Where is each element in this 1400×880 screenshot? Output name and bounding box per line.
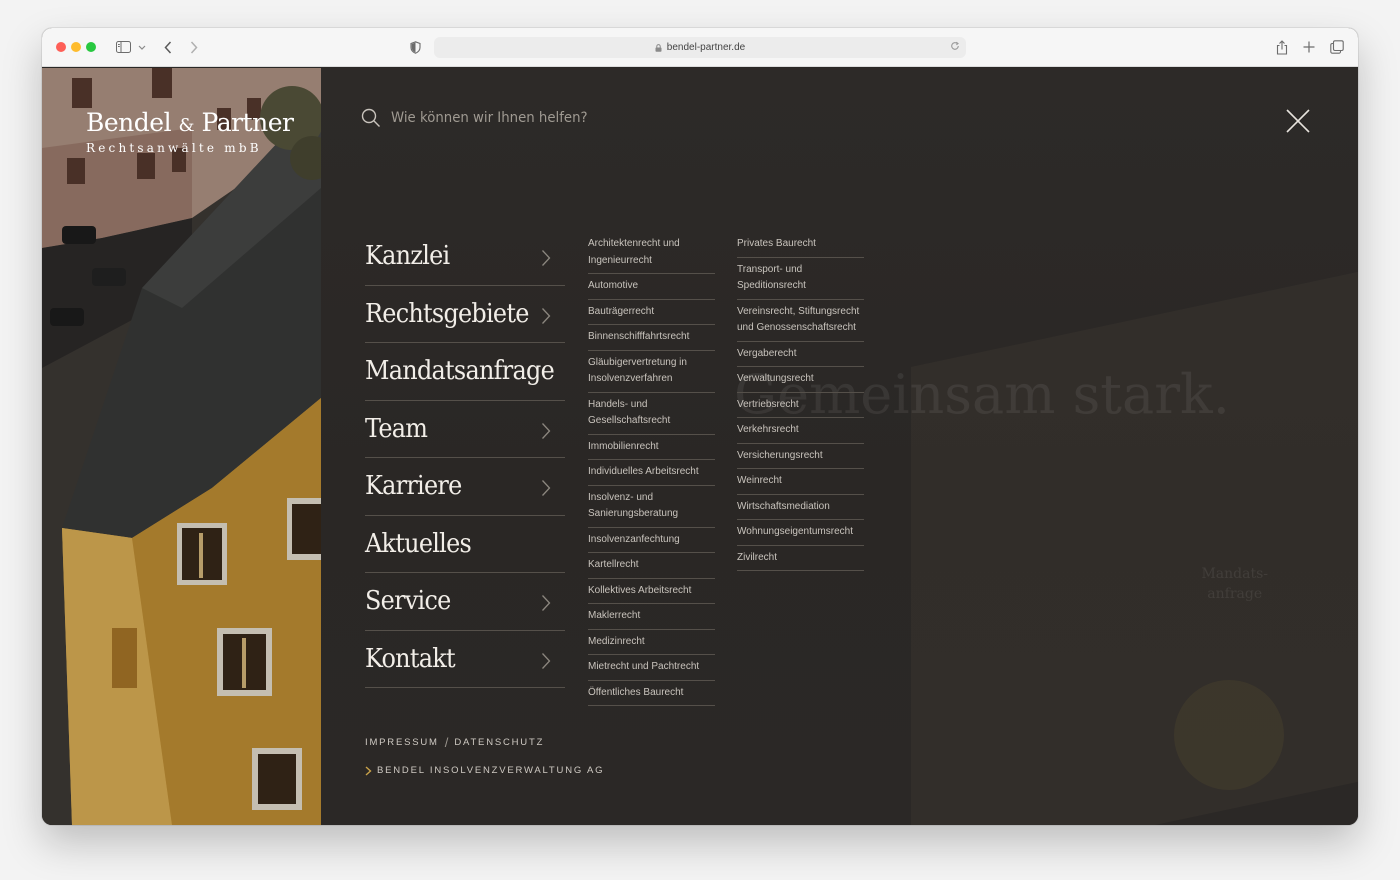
insolvenzverwaltung-link[interactable]: BENDEL INSOLVENZVERWALTUNG AG (365, 765, 604, 776)
search-icon (361, 108, 380, 127)
rechtsgebiet-link[interactable]: Bauträgerrecht (588, 300, 715, 325)
new-tab-icon[interactable] (1301, 36, 1317, 58)
close-window-button[interactable] (56, 42, 66, 52)
background-circle (1174, 680, 1284, 790)
rechtsgebiet-link[interactable]: Weinrecht (737, 469, 864, 495)
lock-icon (655, 43, 662, 52)
chevron-right-icon (365, 765, 372, 776)
building-photo (42, 68, 321, 825)
nav-item-label: Rechtsgebiete (365, 298, 529, 329)
rechtsgebiet-link[interactable]: Vergaberecht (737, 342, 864, 367)
shield-icon[interactable] (408, 36, 422, 58)
background-cta: Mandats- anfrage (1201, 564, 1268, 604)
datenschutz-link[interactable]: DATENSCHUTZ (454, 737, 544, 748)
logo-wordmark: Bendel & Partner (86, 108, 294, 141)
nav-item-label: Service (365, 586, 451, 617)
rechtsgebiet-link[interactable]: Gläubigervertretung in Insolvenzverfahre… (588, 351, 715, 393)
rechtsgebiet-link[interactable]: Automotive (588, 274, 715, 300)
rechtsgebiet-link[interactable]: Transport- und Speditionsrecht (737, 258, 864, 300)
chevron-right-icon[interactable] (541, 422, 551, 440)
nav-item-karriere[interactable]: Karriere (365, 458, 565, 516)
rechtsgebiete-column-1: Architektenrecht und Ingenieurrecht Autom… (588, 232, 715, 706)
impressum-link[interactable]: IMPRESSUM (365, 737, 439, 748)
nav-item-kanzlei[interactable]: Kanzlei (365, 228, 565, 286)
background-cta-line2: anfrage (1207, 586, 1263, 602)
browser-window: bendel-partner.de Gemeinsam stark. Manda… (42, 28, 1358, 825)
rechtsgebiet-link[interactable]: Öffentliches Baurecht (588, 681, 715, 706)
nav-item-label: Mandatsanfrage (365, 356, 555, 387)
back-icon[interactable] (160, 36, 176, 58)
rechtsgebiet-link[interactable]: Zivilrecht (737, 546, 864, 571)
chevron-right-icon[interactable] (541, 652, 551, 670)
url-text: bendel-partner.de (666, 42, 746, 53)
nav-item-kontakt[interactable]: Kontakt (365, 631, 565, 688)
nav-item-rechtsgebiete[interactable]: Rechtsgebiete (365, 286, 565, 343)
rechtsgebiet-link[interactable]: Verwaltungsrecht (737, 367, 864, 393)
chevron-right-icon[interactable] (541, 594, 551, 612)
share-icon[interactable] (1274, 36, 1290, 58)
rechtsgebiet-link[interactable]: Kartellrecht (588, 553, 715, 579)
nav-item-label: Kanzlei (365, 241, 450, 272)
nav-item-service[interactable]: Service (365, 573, 565, 631)
minimize-window-button[interactable] (71, 42, 81, 52)
nav-item-label: Kontakt (365, 643, 456, 674)
separator-slash: / (444, 735, 449, 750)
rechtsgebiet-link[interactable]: Privates Baurecht (737, 232, 864, 258)
chevron-right-icon[interactable] (541, 307, 551, 325)
address-bar[interactable]: bendel-partner.de (434, 37, 966, 58)
chevron-right-icon[interactable] (541, 249, 551, 267)
nav-item-aktuelles[interactable]: Aktuelles (365, 516, 565, 573)
insolvenzverwaltung-label: BENDEL INSOLVENZVERWALTUNG AG (377, 765, 605, 776)
logo-partner-text: Partner (201, 108, 294, 137)
rechtsgebiet-link[interactable]: Handels- und Gesellschaftsrecht (588, 393, 715, 435)
rechtsgebiet-link[interactable]: Individuelles Arbeitsrecht (588, 460, 715, 486)
rechtsgebiet-link[interactable]: Insolvenz- und Sanierungsberatung (588, 486, 715, 528)
chevron-right-icon[interactable] (541, 479, 551, 497)
search-input[interactable]: Wie können wir Ihnen helfen? (391, 110, 588, 126)
nav-item-team[interactable]: Team (365, 401, 565, 458)
web-page: Gemeinsam stark. Mandats- anfrage Bendel… (42, 68, 1358, 825)
nav-item-label: Aktuelles (365, 528, 472, 559)
browser-toolbar: bendel-partner.de (42, 28, 1358, 67)
rechtsgebiet-link[interactable]: Versicherungsrecht (737, 444, 864, 469)
reload-icon[interactable] (950, 41, 960, 54)
rechtsgebiet-link[interactable]: Verkehrsrecht (737, 418, 864, 444)
logo-subtitle: Rechtsanwälte mbB (86, 141, 262, 155)
rechtsgebiet-link[interactable]: Maklerrecht (588, 604, 715, 630)
rechtsgebiet-link[interactable]: Vereinsrecht, Stiftungsrecht und Genosse… (737, 300, 864, 342)
nav-item-label: Karriere (365, 471, 462, 502)
rechtsgebiet-link[interactable]: Insolvenzanfechtung (588, 528, 715, 553)
rechtsgebiet-link[interactable]: Wirtschaftsmediation (737, 495, 864, 520)
rechtsgebiete-column-2: Privates Baurecht Transport- und Speditio… (737, 232, 864, 571)
tab-overview-icon[interactable] (1329, 36, 1345, 58)
rechtsgebiet-link[interactable]: Binnenschifffahrtsrecht (588, 325, 715, 351)
rechtsgebiet-link[interactable]: Architektenrecht und Ingenieurrecht (588, 232, 715, 274)
rechtsgebiet-link[interactable]: Medizinrecht (588, 630, 715, 655)
background-building (911, 269, 1358, 825)
forward-icon[interactable] (186, 36, 202, 58)
rechtsgebiet-link[interactable]: Vertriebsrecht (737, 393, 864, 418)
logo-ampersand: & (178, 115, 195, 136)
background-cta-line1: Mandats- (1201, 566, 1268, 582)
rechtsgebiet-link[interactable]: Mietrecht und Pachtrecht (588, 655, 715, 681)
rechtsgebiet-link[interactable]: Immobilienrecht (588, 435, 715, 460)
chevron-down-icon[interactable] (137, 36, 147, 58)
sidebar-toggle-icon[interactable] (114, 36, 132, 58)
legal-links: IMPRESSUM / DATENSCHUTZ (365, 735, 544, 750)
rechtsgebiet-link[interactable]: Kollektives Arbeitsrecht (588, 579, 715, 604)
nav-item-mandatsanfrage[interactable]: Mandatsanfrage (365, 343, 565, 401)
rechtsgebiet-link[interactable]: Wohnungseigentumsrecht (737, 520, 864, 546)
site-logo[interactable]: Bendel & Partner Rechtsanwälte mbB (86, 108, 294, 155)
logo-main-text: Bendel (86, 108, 172, 137)
close-icon[interactable] (1285, 108, 1311, 134)
main-navigation: Kanzlei Rechtsgebiete Mandatsanfrage Team Ka… (365, 228, 565, 688)
nav-item-label: Team (365, 413, 428, 444)
search-bar[interactable]: Wie können wir Ihnen helfen? (361, 108, 598, 128)
zoom-window-button[interactable] (86, 42, 96, 52)
